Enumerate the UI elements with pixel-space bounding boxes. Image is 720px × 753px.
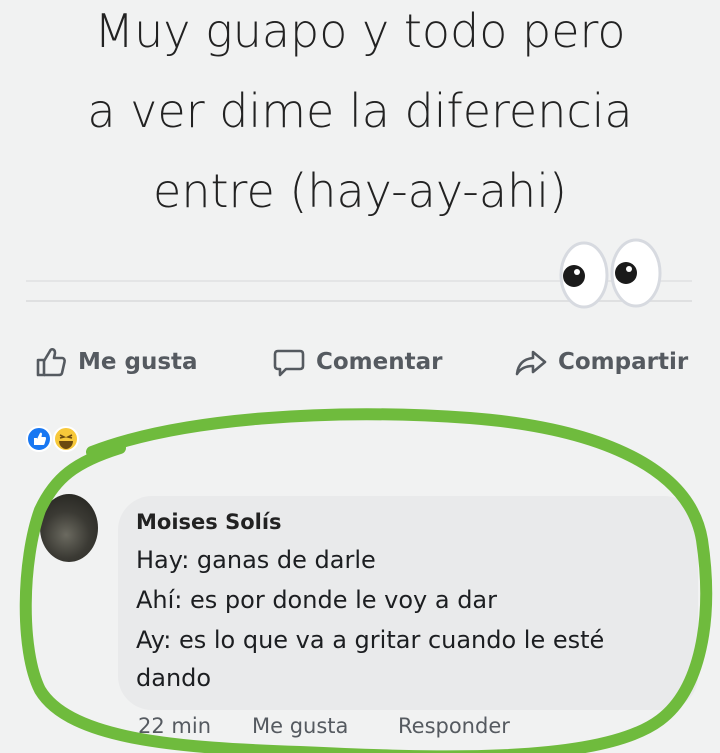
share-button-label: Compartir (558, 349, 689, 375)
comment-button-label: Comentar (316, 349, 443, 375)
post-text-line: Muy guapo y todo pero (94, 4, 626, 58)
share-button[interactable]: Compartir (514, 336, 688, 388)
comment-reply-link[interactable]: Responder (398, 714, 510, 738)
post-actions-bar: Me gusta Comentar Compartir (0, 336, 720, 388)
like-button[interactable]: Me gusta (34, 336, 198, 388)
like-button-label: Me gusta (78, 349, 198, 375)
like-reaction-icon (26, 426, 52, 452)
haha-reaction-icon (53, 426, 79, 452)
thumbs-up-icon (36, 347, 66, 377)
post-text-line: entre (hay-ay-ahi) (153, 164, 567, 218)
comment-text-line: Ahí: es por donde le voy a dar (136, 586, 498, 614)
share-arrow-icon (515, 350, 547, 376)
reaction-summary[interactable] (24, 424, 114, 454)
comment-text-line: Hay: ganas de darle (136, 546, 376, 574)
avatar[interactable] (40, 494, 98, 562)
comment-text-line: Ay: es lo que va a gritar cuando le esté (136, 626, 605, 654)
comment-like-link[interactable]: Me gusta (252, 714, 348, 738)
comment-author[interactable]: Moises Solís (136, 510, 282, 534)
eyes-emoji-icon (559, 238, 662, 309)
comment-icon (273, 349, 305, 377)
post-text: Muy guapo y todo pero a ver dime la dife… (0, 0, 720, 231)
comment-timestamp[interactable]: 22 min (138, 714, 211, 738)
post-text-line: a ver dime la diferencia (87, 84, 633, 138)
comment-text-line: dando (136, 664, 212, 692)
comment-button[interactable]: Comentar (272, 336, 442, 388)
